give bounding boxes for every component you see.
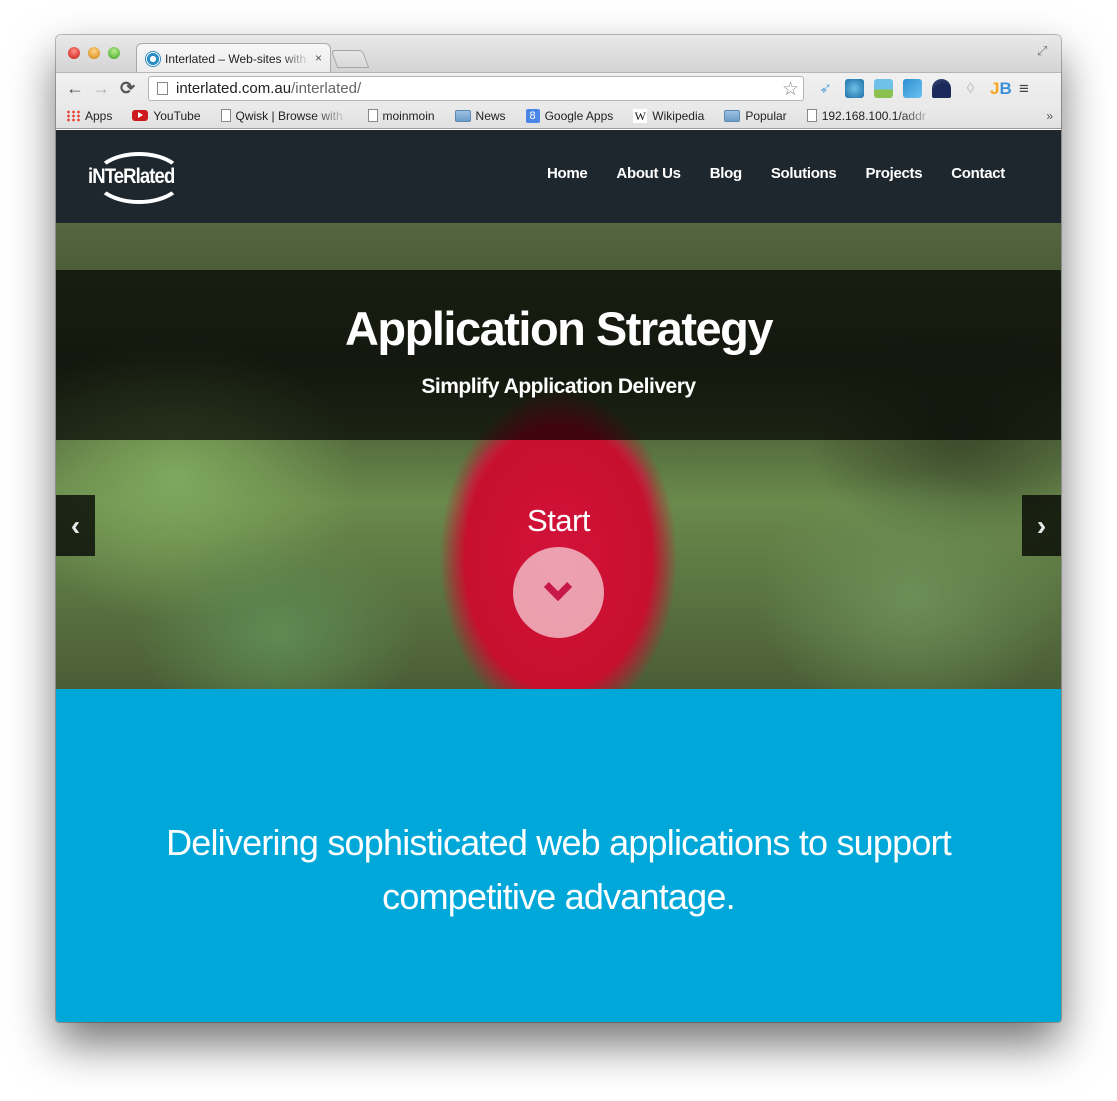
- carousel-next-button[interactable]: ›: [1022, 495, 1061, 556]
- bookmark-wikipedia[interactable]: W Wikipedia: [633, 108, 705, 123]
- page-icon: [157, 82, 168, 95]
- bookmark-label: YouTube: [153, 108, 201, 123]
- chevron-down-icon: [543, 572, 573, 602]
- page-icon: [806, 109, 817, 122]
- logo-text: iNTeRlated: [88, 165, 175, 188]
- bookmark-label: 192.168.100.1/addr: [821, 108, 926, 123]
- nav-blog[interactable]: Blog: [710, 165, 742, 182]
- url-text[interactable]: interlated.com.au/interlated/: [176, 80, 361, 97]
- back-arrow-icon[interactable]: ←: [66, 78, 84, 98]
- folder-icon: [454, 109, 471, 122]
- site-header: iNTeRlated Home About Us Blog Solutions …: [56, 130, 1061, 223]
- carousel-prev-button[interactable]: ‹: [56, 495, 95, 556]
- page-icon: [220, 109, 231, 122]
- url-path: /interlated/: [291, 80, 362, 97]
- bookmark-google-apps[interactable]: 8 Google Apps: [525, 108, 614, 123]
- reload-icon[interactable]: ⟳: [120, 78, 135, 98]
- browser-tab-active[interactable]: Interlated – Web-sites with ×: [136, 43, 331, 72]
- twitter-icon[interactable]: ➶: [816, 79, 835, 98]
- bookmark-moinmoin[interactable]: moinmoin: [367, 108, 435, 123]
- nav-solutions[interactable]: Solutions: [771, 165, 837, 182]
- title-bar: Interlated – Web-sites with × ⤢: [56, 35, 1061, 72]
- bookmark-label: News: [475, 108, 506, 123]
- page-icon: [367, 109, 378, 122]
- bookmark-apps[interactable]: Apps: [66, 109, 112, 123]
- tab-close-icon[interactable]: ×: [315, 51, 322, 65]
- apps-grid-icon: [66, 109, 80, 122]
- landscape-icon[interactable]: [874, 79, 893, 98]
- jb-b: B: [999, 79, 1012, 98]
- start-label[interactable]: Start: [56, 503, 1061, 539]
- nav-about-us[interactable]: About Us: [616, 165, 681, 182]
- mask-icon[interactable]: ◊: [961, 79, 980, 98]
- folder-icon: [724, 109, 741, 122]
- bookmarks-overflow-icon[interactable]: »: [1046, 109, 1053, 123]
- google-apps-icon: 8: [525, 108, 540, 123]
- bookmark-label: Popular: [745, 108, 787, 123]
- hero-subtitle: Simplify Application Delivery: [421, 375, 696, 398]
- bookmark-youtube[interactable]: YouTube: [132, 108, 201, 123]
- hero-carousel: Application Strategy Simplify Applicatio…: [56, 223, 1061, 689]
- bookmark-label: moinmoin: [382, 108, 435, 123]
- maximize-window-button[interactable]: [108, 47, 120, 59]
- tab-title: Interlated – Web-sites with: [165, 52, 307, 66]
- close-window-button[interactable]: [68, 47, 80, 59]
- main-navigation: Home About Us Blog Solutions Projects Co…: [547, 165, 1005, 182]
- bookmark-star-icon[interactable]: ☆: [782, 78, 799, 101]
- bookmark-label: Apps: [85, 108, 113, 123]
- browser-toolbar: ← → ⟳ interlated.com.au/interlated/ ☆ ➶ …: [56, 72, 1061, 103]
- seo-icon[interactable]: [845, 79, 864, 98]
- start-scroll-button[interactable]: [513, 547, 604, 638]
- hero-title: Application Strategy: [344, 302, 774, 355]
- youtube-icon: [132, 110, 149, 121]
- bookmark-qwisk[interactable]: Qwisk | Browse with: [220, 108, 348, 123]
- fullscreen-icon[interactable]: ⤢: [1037, 44, 1051, 58]
- photos-icon[interactable]: [903, 79, 922, 98]
- browser-window: Interlated – Web-sites with × ⤢ ← → ⟳ in…: [56, 35, 1061, 1022]
- chevron-right-icon: ›: [1036, 509, 1047, 541]
- nav-contact[interactable]: Contact: [951, 165, 1005, 182]
- bookmark-news[interactable]: News: [454, 108, 506, 123]
- site-favicon-icon: [145, 51, 161, 67]
- web-page: iNTeRlated Home About Us Blog Solutions …: [56, 130, 1061, 1022]
- forward-arrow-icon[interactable]: →: [92, 78, 110, 98]
- bookmark-label: Qwisk | Browse with: [235, 108, 343, 123]
- nav-home[interactable]: Home: [547, 165, 588, 182]
- url-host: interlated.com.au: [176, 80, 292, 97]
- speed-icon[interactable]: [932, 79, 951, 98]
- intro-section: Delivering sophisticated web application…: [56, 689, 1061, 1022]
- interlated-logo[interactable]: iNTeRlated: [86, 148, 191, 208]
- bookmark-router[interactable]: 192.168.100.1/addr: [806, 108, 934, 123]
- minimize-window-button[interactable]: [88, 47, 100, 59]
- bookmark-label: Google Apps: [544, 108, 614, 123]
- wikipedia-icon: W: [633, 108, 648, 123]
- new-tab-button[interactable]: [330, 50, 370, 68]
- nav-projects[interactable]: Projects: [865, 165, 922, 182]
- chevron-left-icon: ‹: [70, 509, 81, 541]
- address-bar[interactable]: interlated.com.au/interlated/ ☆: [148, 76, 804, 101]
- bookmark-label: Wikipedia: [652, 108, 705, 123]
- bookmarks-bar: Apps YouTube Qwisk | Browse with moinmoi…: [56, 103, 1061, 129]
- bookmark-popular[interactable]: Popular: [724, 108, 787, 123]
- intro-text: Delivering sophisticated web application…: [166, 822, 952, 917]
- extension-icons: ➶ ◊ JB ≡: [816, 79, 1029, 98]
- chrome-menu-icon[interactable]: ≡: [1019, 79, 1029, 98]
- jb-icon[interactable]: JB: [990, 79, 1012, 98]
